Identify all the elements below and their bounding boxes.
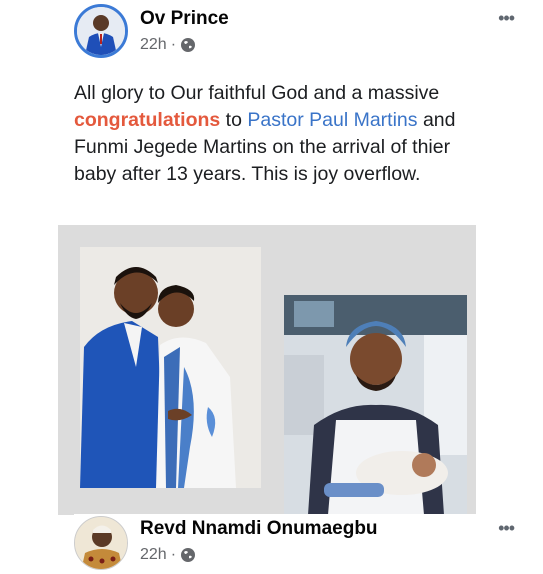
meta-separator: · <box>170 36 177 53</box>
comment-header: Revd Nnamdi Onumaegbu 22h · ••• <box>74 514 515 574</box>
highlight-word: congratulations <box>74 109 221 131</box>
comment-meta: 22h · <box>140 546 196 564</box>
post-text-part1: All glory to Our faithful God and a mass… <box>74 82 440 104</box>
author-avatar[interactable] <box>74 4 128 58</box>
more-options-icon[interactable]: ••• <box>498 8 515 29</box>
meta-separator: · <box>170 546 177 563</box>
post-text-part2: to <box>220 109 248 131</box>
post-header: Ov Prince 22h · ••• <box>74 2 515 64</box>
mention-link[interactable]: Pastor Paul Martins <box>247 109 417 131</box>
couple-photo <box>80 247 261 488</box>
comment-time[interactable]: 22h <box>140 546 167 564</box>
globe-icon <box>180 547 196 563</box>
globe-icon <box>180 37 196 53</box>
post-body: All glory to Our faithful God and a mass… <box>74 80 494 188</box>
more-options-icon[interactable]: ••• <box>498 518 515 539</box>
post-photo[interactable] <box>58 225 476 515</box>
author-name[interactable]: Ov Prince <box>140 8 229 30</box>
commenter-avatar[interactable] <box>74 516 128 570</box>
avatar-image <box>75 517 127 569</box>
avatar-image <box>77 7 125 55</box>
post-meta: 22h · <box>140 36 196 54</box>
post-time[interactable]: 22h <box>140 36 167 54</box>
hospital-photo <box>284 295 467 515</box>
commenter-name[interactable]: Revd Nnamdi Onumaegbu <box>140 518 378 540</box>
